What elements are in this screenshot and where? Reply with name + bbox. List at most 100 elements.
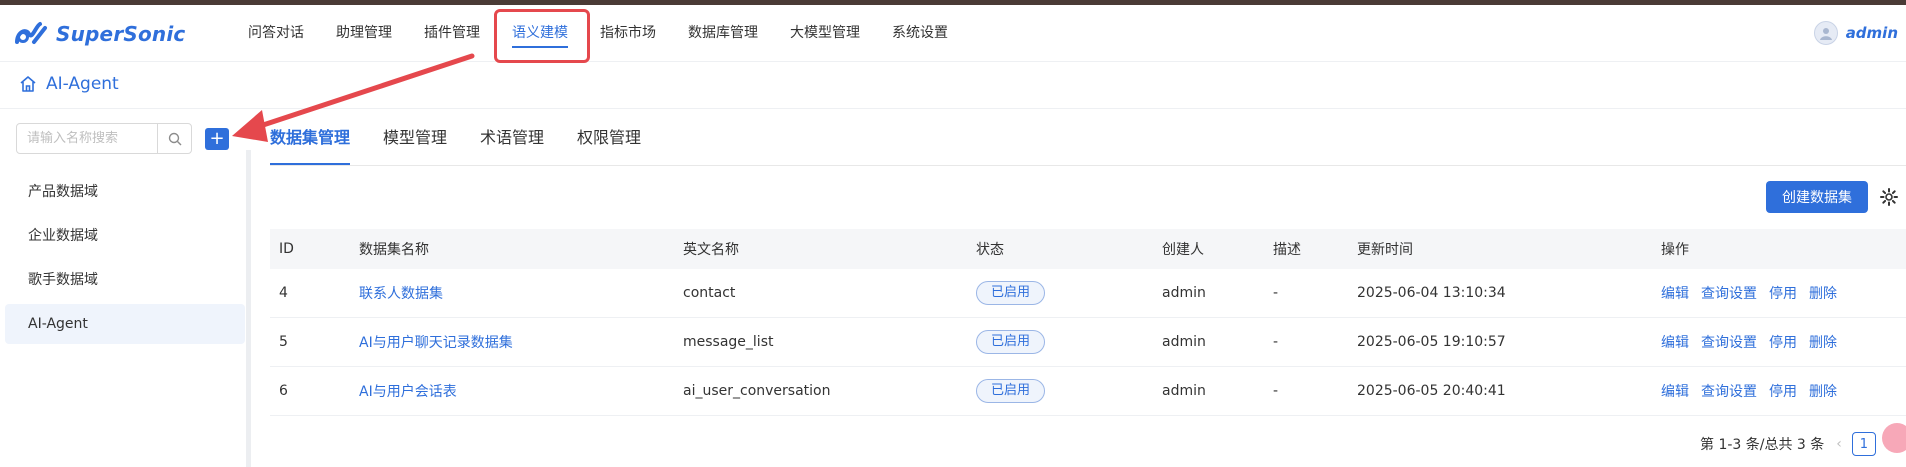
domain-label: AI-Agent <box>28 316 88 332</box>
edit-link[interactable]: 编辑 <box>1661 286 1689 302</box>
table-row: 6 AI与用户会话表 ai_user_conversation 已启用 admi… <box>270 367 1906 416</box>
logo[interactable]: SuperSonic <box>14 19 185 49</box>
tab-model[interactable]: 模型管理 <box>383 118 447 166</box>
nav-item-database[interactable]: 数据库管理 <box>672 5 774 62</box>
avatar-icon <box>1813 21 1838 45</box>
cell-desc: - <box>1273 285 1279 301</box>
cell-desc: - <box>1273 334 1279 350</box>
cell-id: 4 <box>279 285 288 301</box>
domain-search <box>16 123 192 154</box>
cell-id: 5 <box>279 334 288 350</box>
col-header: ID <box>279 241 294 257</box>
pagination: 第 1-3 条/总共 3 条 ‹ 1 <box>1700 432 1876 456</box>
domain-item-product[interactable]: 产品数据域 <box>5 172 245 212</box>
tabs: 数据集管理 模型管理 术语管理 权限管理 <box>270 118 674 166</box>
divider <box>0 108 1906 109</box>
disable-link[interactable]: 停用 <box>1769 286 1797 302</box>
dataset-name-link[interactable]: 联系人数据集 <box>359 286 443 302</box>
dataset-name-link[interactable]: AI与用户聊天记录数据集 <box>359 335 513 351</box>
domain-item-ai-agent[interactable]: AI-Agent <box>5 304 245 344</box>
status-badge: 已启用 <box>976 330 1046 354</box>
divider <box>270 165 1906 166</box>
tab-label: 模型管理 <box>383 128 448 147</box>
cell-desc: - <box>1273 383 1279 399</box>
nav-item-metric-market[interactable]: 指标市场 <box>584 5 672 62</box>
col-header: 更新时间 <box>1357 242 1413 258</box>
nav-label: 问答对话 <box>248 25 304 41</box>
cell-en-name: ai_user_conversation <box>683 383 831 399</box>
supersonic-logo-icon <box>15 22 47 44</box>
delete-link[interactable]: 删除 <box>1809 335 1837 351</box>
assistant-bot-icon[interactable] <box>1882 423 1906 453</box>
dataset-name-link[interactable]: AI与用户会话表 <box>359 384 457 400</box>
home-icon[interactable] <box>18 74 38 94</box>
dataset-table: ID 数据集名称 英文名称 状态 创建人 描述 更新时间 操作 4 联系人数据集… <box>270 229 1906 416</box>
col-header: 创建人 <box>1162 242 1204 258</box>
nav-label: 指标市场 <box>600 25 656 41</box>
nav-item-llm[interactable]: 大模型管理 <box>774 5 876 62</box>
disable-link[interactable]: 停用 <box>1769 384 1797 400</box>
search-icon <box>168 132 181 145</box>
nav-label: 数据库管理 <box>688 25 758 41</box>
domain-list: 产品数据域 企业数据域 歌手数据域 AI-Agent <box>5 172 245 348</box>
cell-en-name: contact <box>683 285 736 301</box>
nav-item-qa[interactable]: 问答对话 <box>232 5 320 62</box>
nav-label: 系统设置 <box>892 25 948 41</box>
col-header: 操作 <box>1661 242 1689 258</box>
create-dataset-button[interactable]: 创建数据集 <box>1766 181 1868 213</box>
tab-term[interactable]: 术语管理 <box>480 118 544 166</box>
table-row: 5 AI与用户聊天记录数据集 message_list 已启用 admin - … <box>270 318 1906 367</box>
edit-link[interactable]: 编辑 <box>1661 335 1689 351</box>
nav-label: 大模型管理 <box>790 25 860 41</box>
domain-item-enterprise[interactable]: 企业数据域 <box>5 216 245 256</box>
nav-item-plugin[interactable]: 插件管理 <box>408 5 496 62</box>
col-header: 描述 <box>1273 242 1301 258</box>
col-header: 英文名称 <box>683 242 739 258</box>
user-name: admin <box>1845 24 1898 42</box>
top-nav: 问答对话 助理管理 插件管理 语义建模 指标市场 数据库管理 大模型管理 系统设… <box>232 5 964 62</box>
tab-permission[interactable]: 权限管理 <box>577 118 641 166</box>
cell-time: 2025-06-04 13:10:34 <box>1357 285 1506 301</box>
pagination-summary: 第 1-3 条/总共 3 条 <box>1700 437 1825 453</box>
col-header: 状态 <box>976 242 1004 258</box>
header: SuperSonic 问答对话 助理管理 插件管理 语义建模 指标市场 数据库管… <box>0 5 1906 62</box>
cell-creator: admin <box>1162 334 1206 350</box>
table-header: ID 数据集名称 英文名称 状态 创建人 描述 更新时间 操作 <box>270 229 1906 269</box>
tab-label: 数据集管理 <box>270 128 351 147</box>
query-settings-link[interactable]: 查询设置 <box>1701 384 1757 400</box>
gear-icon[interactable] <box>1879 187 1899 207</box>
search-button[interactable] <box>157 124 191 153</box>
tab-dataset[interactable]: 数据集管理 <box>270 118 351 166</box>
add-domain-button[interactable]: + <box>205 128 229 150</box>
domain-label: 企业数据域 <box>28 228 98 244</box>
nav-item-settings[interactable]: 系统设置 <box>876 5 964 62</box>
delete-link[interactable]: 删除 <box>1809 286 1837 302</box>
page-button[interactable]: 1 <box>1851 432 1876 456</box>
prev-page-button[interactable]: ‹ <box>1836 436 1842 452</box>
cell-time: 2025-06-05 20:40:41 <box>1357 383 1506 399</box>
breadcrumb-label[interactable]: AI-Agent <box>46 74 119 94</box>
domain-search-input[interactable] <box>17 124 157 153</box>
user-menu[interactable]: admin <box>1813 21 1898 45</box>
domain-item-singer[interactable]: 歌手数据域 <box>5 260 245 300</box>
edit-link[interactable]: 编辑 <box>1661 384 1689 400</box>
domain-label: 产品数据域 <box>28 184 98 200</box>
cell-creator: admin <box>1162 285 1206 301</box>
nav-item-assistant[interactable]: 助理管理 <box>320 5 408 62</box>
query-settings-link[interactable]: 查询设置 <box>1701 335 1757 351</box>
cell-id: 6 <box>279 383 288 399</box>
tab-label: 权限管理 <box>577 128 642 147</box>
delete-link[interactable]: 删除 <box>1809 384 1837 400</box>
cell-en-name: message_list <box>683 334 774 350</box>
query-settings-link[interactable]: 查询设置 <box>1701 286 1757 302</box>
status-badge: 已启用 <box>976 281 1046 305</box>
tab-label: 术语管理 <box>480 128 545 147</box>
cell-creator: admin <box>1162 383 1206 399</box>
domain-label: 歌手数据域 <box>28 272 98 288</box>
panel-splitter[interactable] <box>246 150 251 467</box>
col-header: 数据集名称 <box>359 242 429 258</box>
nav-label: 助理管理 <box>336 25 392 41</box>
status-badge: 已启用 <box>976 379 1046 403</box>
disable-link[interactable]: 停用 <box>1769 335 1797 351</box>
breadcrumb: AI-Agent <box>18 72 119 96</box>
